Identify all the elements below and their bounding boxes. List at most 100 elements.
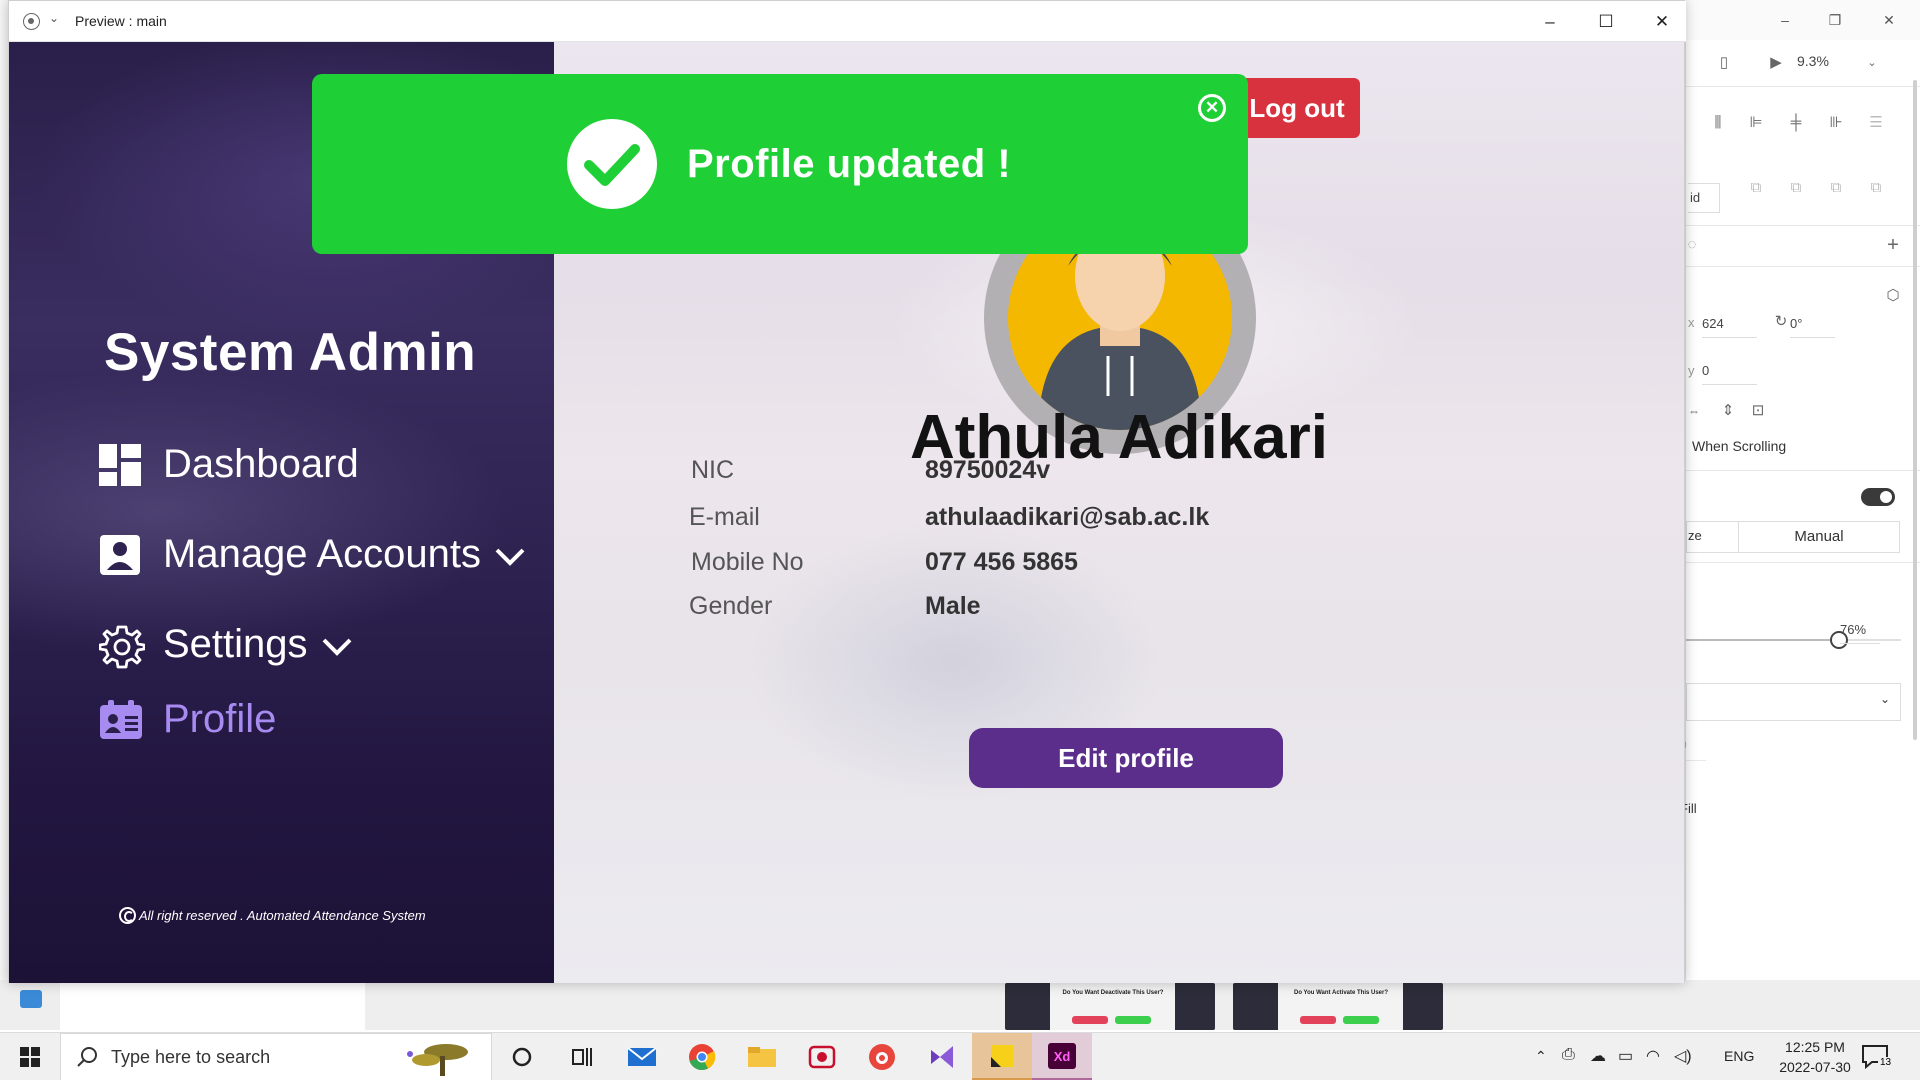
email-label: E-mail xyxy=(689,503,760,531)
file-explorer-app[interactable] xyxy=(732,1033,792,1080)
chevron-down-icon[interactable] xyxy=(493,538,527,572)
toast-message: Profile updated ! xyxy=(687,142,1012,186)
show-hidden-icons-icon[interactable]: ⌃ xyxy=(1535,1048,1547,1065)
close-icon[interactable]: ✕ xyxy=(1198,94,1226,122)
chevron-down-icon[interactable] xyxy=(320,628,354,662)
volume-icon[interactable]: ◁) xyxy=(1674,1046,1692,1066)
mail-app[interactable] xyxy=(612,1033,672,1080)
visual-studio-app[interactable] xyxy=(912,1033,972,1080)
cortana-button[interactable] xyxy=(492,1033,552,1080)
battery-icon[interactable]: ▭ xyxy=(1618,1046,1633,1066)
maximize-button[interactable]: ☐ xyxy=(1593,9,1619,35)
responsive-resize-toggle[interactable] xyxy=(1861,488,1895,506)
rotation-field[interactable]: 0° xyxy=(1790,316,1835,338)
task-view-button[interactable] xyxy=(552,1033,612,1080)
align-top-icon[interactable]: ☰ xyxy=(1866,113,1886,133)
nav-item-label: Settings xyxy=(163,622,308,666)
auto-segment[interactable] xyxy=(1686,521,1739,553)
nic-label: NIC xyxy=(691,456,735,484)
component-icon: ◌ xyxy=(1687,236,1697,253)
artboard-thumbnail-deactivate[interactable]: Do You Want Deactivate This User? xyxy=(1005,983,1215,1030)
gender-value: Male xyxy=(925,592,981,620)
language-indicator[interactable]: ENG xyxy=(1724,1048,1754,1064)
align-right-icon[interactable]: ⊪ xyxy=(1826,113,1846,133)
email-value: athulaadikari@sab.ac.lk xyxy=(925,503,1210,531)
footer: All right reserved . Automated Attendanc… xyxy=(119,907,426,924)
id-badge-icon xyxy=(99,699,142,741)
x-position-field[interactable]: 624 xyxy=(1702,316,1757,338)
user-card-icon xyxy=(99,534,141,576)
opacity-value[interactable]: 76% xyxy=(1840,622,1880,644)
repeat-grid-button[interactable]: id xyxy=(1688,183,1720,213)
nav-item-settings[interactable]: Settings xyxy=(98,622,354,668)
start-button[interactable] xyxy=(0,1033,60,1080)
sticky-notes-app[interactable] xyxy=(972,1033,1032,1080)
chrome-app[interactable] xyxy=(672,1033,732,1080)
dashboard-icon xyxy=(99,443,141,486)
close-button[interactable]: ✕ xyxy=(1649,9,1675,35)
align-left-icon[interactable]: ⊫ xyxy=(1746,113,1766,133)
preview-titlebar: ⌄ Preview : main – ☐ ✕ xyxy=(9,1,1686,42)
zoom-level[interactable]: 9.3% xyxy=(1797,53,1829,69)
mobile-value: 077 456 5865 xyxy=(925,548,1078,576)
boolean-subtract-icon[interactable]: ⧉ xyxy=(1786,178,1806,198)
meet-now-icon[interactable]: ⎙ xyxy=(1562,1046,1575,1064)
svg-text:Xd: Xd xyxy=(1054,1049,1071,1064)
xd-minimize-button[interactable]: – xyxy=(1775,10,1795,30)
nav-item-label: Dashboard xyxy=(163,442,359,486)
mobile-label: Mobile No xyxy=(691,548,804,576)
preview-app-icon[interactable] xyxy=(23,13,40,30)
boolean-exclude-icon[interactable]: ⧉ xyxy=(1866,178,1886,198)
notification-center-button[interactable]: 13 xyxy=(1860,1043,1900,1073)
fit-height-icon[interactable]: ⇕ xyxy=(1718,401,1738,421)
taskbar: Type here to search Xd ⌃ ⎙ ☁ ▭ ◠ ◁) ENG … xyxy=(0,1032,1920,1080)
manual-segment[interactable]: Manual xyxy=(1738,521,1900,553)
search-highlight-image xyxy=(396,1038,486,1078)
gear-icon xyxy=(98,624,146,668)
clock-time: 12:25 PM xyxy=(1785,1039,1845,1055)
adobe-xd-app[interactable]: Xd xyxy=(1032,1033,1092,1080)
wifi-icon[interactable]: ◠ xyxy=(1646,1046,1660,1066)
footer-text: All right reserved . Automated Attendanc… xyxy=(139,908,426,923)
fit-width-icon[interactable]: ⇔ xyxy=(1684,401,1704,421)
xd-restore-button[interactable]: ❐ xyxy=(1825,10,1845,30)
screen: – ❐ ✕ ▯ ▶ 9.3% ⌄ ⫼ ⊫ ╪ ⊪ ☰ id ⧉ ⧉ ⧉ ⧉ ◌ … xyxy=(0,0,1920,1080)
fixed-when-scrolling-label: When Scrolling xyxy=(1692,438,1787,454)
play-icon[interactable]: ▶ xyxy=(1766,53,1786,73)
notification-count: 13 xyxy=(1878,1057,1894,1068)
nav-item-profile[interactable]: Profile xyxy=(99,697,276,742)
edit-profile-button[interactable]: Edit profile xyxy=(969,728,1283,788)
minimize-button[interactable]: – xyxy=(1537,9,1563,35)
chevron-down-icon[interactable]: ⌄ xyxy=(49,11,59,25)
xd-property-inspector: ▯ ▶ 9.3% ⌄ ⫼ ⊫ ╪ ⊪ ☰ id ⧉ ⧉ ⧉ ⧉ ◌ + ⬡ x … xyxy=(1598,40,1920,1030)
align-center-icon[interactable]: ╪ xyxy=(1786,113,1806,133)
clock[interactable]: 12:25 PM 2022-07-30 xyxy=(1765,1037,1865,1077)
artboard-thumbnail-activate[interactable]: Do You Want Activate This User? xyxy=(1233,983,1443,1030)
distribute-icon[interactable]: ⫼ xyxy=(1708,113,1728,133)
xd-layers-icon[interactable] xyxy=(20,990,42,1008)
inspector-scrollbar[interactable] xyxy=(1913,80,1917,740)
nic-value: 89750024v xyxy=(925,456,1051,484)
dropdown-chevron-icon: ⌄ xyxy=(1879,692,1890,706)
nav-item-label: Manage Accounts xyxy=(163,532,481,576)
nav-item-manage-accounts[interactable]: Manage Accounts xyxy=(99,532,527,577)
nav-item-dashboard[interactable]: Dashboard xyxy=(99,442,359,487)
xd-close-button[interactable]: ✕ xyxy=(1879,10,1899,30)
add-icon[interactable]: + xyxy=(1883,235,1903,255)
boolean-intersect-icon[interactable]: ⧉ xyxy=(1826,178,1846,198)
check-circle-icon xyxy=(567,119,657,209)
gender-label: Gender xyxy=(689,592,773,620)
screen-recorder-app[interactable] xyxy=(792,1033,852,1080)
boolean-add-icon[interactable]: ⧉ xyxy=(1746,178,1766,198)
camera-app[interactable] xyxy=(852,1033,912,1080)
search-icon xyxy=(77,1046,99,1073)
fit-content-icon[interactable]: ⊡ xyxy=(1748,401,1768,421)
blend-mode-dropdown[interactable]: ⌄ xyxy=(1686,683,1901,721)
taskbar-search-box[interactable]: Type here to search xyxy=(60,1033,492,1080)
zoom-chevron-icon[interactable]: ⌄ xyxy=(1862,53,1882,73)
copyright-icon xyxy=(119,907,136,924)
3d-cube-icon[interactable]: ⬡ xyxy=(1883,286,1903,306)
onedrive-icon[interactable]: ☁ xyxy=(1590,1046,1606,1066)
y-position-field[interactable]: 0 xyxy=(1702,363,1757,385)
mobile-device-icon[interactable]: ▯ xyxy=(1714,53,1734,73)
